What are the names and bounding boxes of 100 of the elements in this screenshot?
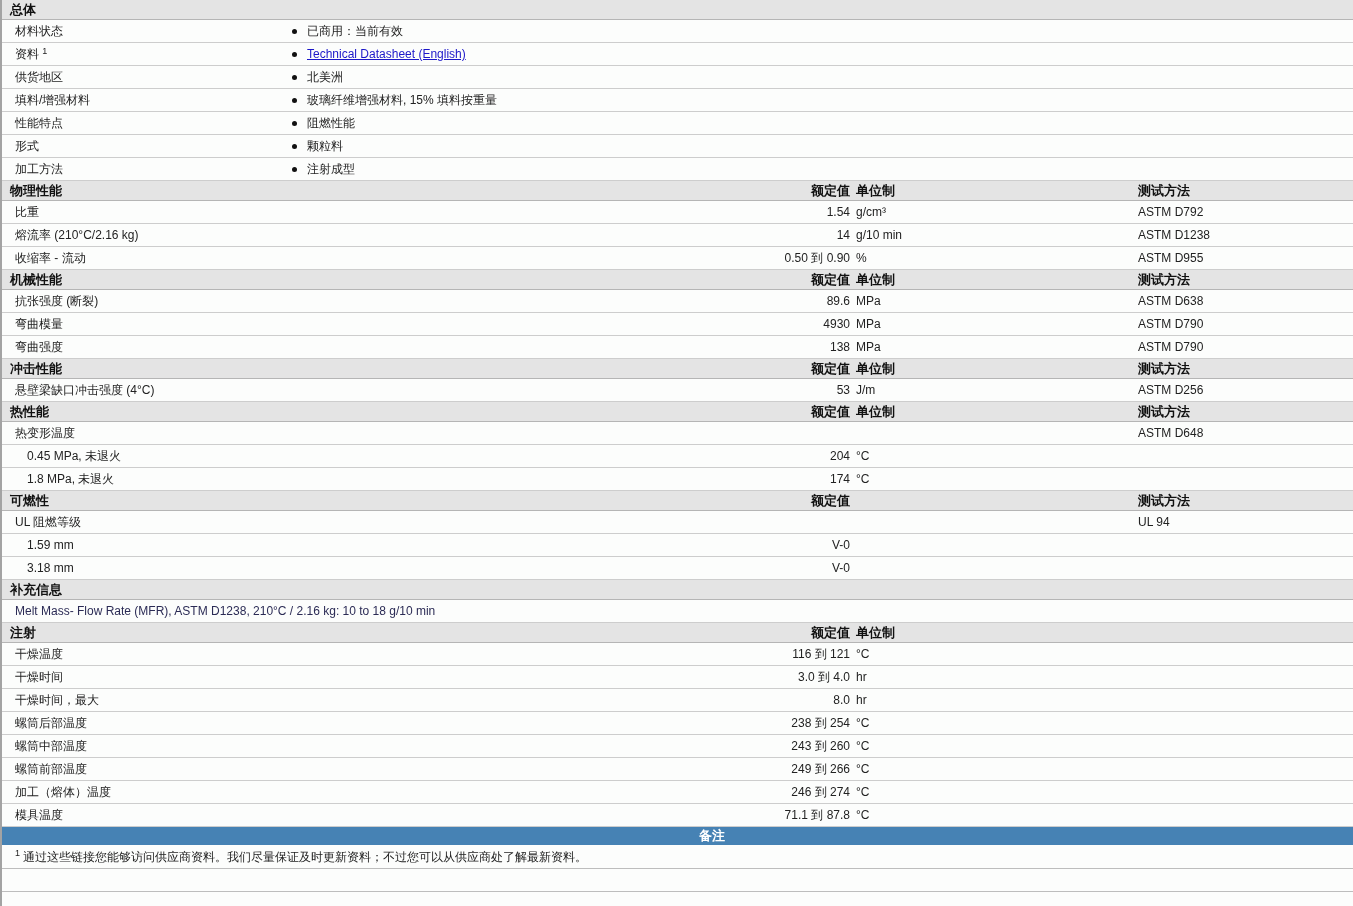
column-heading: 额定值 — [811, 403, 850, 421]
property-label: 3.18 mm — [27, 560, 74, 577]
unit-label: °C — [856, 784, 870, 801]
unit-label: hr — [856, 692, 867, 709]
unit-label: J/m — [856, 382, 876, 399]
property-label: 加工方法 — [15, 161, 63, 178]
property-label: 熔流率 (210°C/2.16 kg) — [15, 227, 139, 244]
property-label: 干燥温度 — [15, 646, 63, 663]
unit-label: °C — [856, 738, 870, 755]
property-label: 加工（熔体）温度 — [15, 784, 111, 801]
unit-label: MPa — [856, 293, 881, 310]
section-title: 注射 — [10, 624, 36, 642]
unit-label: % — [856, 250, 867, 267]
property-label: 弯曲强度 — [15, 339, 63, 356]
test-method: ASTM D648 — [1138, 425, 1204, 442]
property-value: 243 到 260 — [791, 738, 850, 755]
property-label: 性能特点 — [15, 115, 63, 132]
test-method: ASTM D790 — [1138, 316, 1204, 333]
section-title: 补充信息 — [10, 581, 62, 599]
test-method: ASTM D1238 — [1138, 227, 1211, 244]
property-label: 干燥时间 — [15, 669, 63, 686]
property-value: 玻璃纤维增强材料, 15% 填料按重量 — [307, 92, 498, 109]
column-heading: 测试方法 — [1138, 492, 1190, 510]
section-title: 总体 — [10, 1, 36, 19]
column-heading: 额定值 — [811, 492, 850, 510]
property-label: 悬壁梁缺口冲击强度 (4°C) — [15, 382, 155, 399]
property-value: 1.54 — [826, 204, 850, 221]
property-value: 71.1 到 87.8 — [784, 807, 850, 824]
property-label: 模具温度 — [15, 807, 63, 824]
bullet-icon — [292, 143, 297, 149]
column-heading: 测试方法 — [1138, 182, 1190, 200]
property-value: 204 — [829, 448, 850, 465]
property-label: 材料状态 — [15, 23, 63, 40]
test-method: ASTM D955 — [1138, 250, 1204, 267]
property-value: 138 — [829, 339, 850, 356]
property-value: 116 到 121 — [792, 646, 850, 663]
column-heading: 单位制 — [856, 271, 895, 289]
datasheet-link[interactable]: Technical Datasheet (English) — [307, 45, 466, 63]
bullet-icon — [292, 51, 297, 57]
property-label: 比重 — [15, 204, 39, 221]
column-heading: 额定值 — [811, 271, 850, 289]
property-label: 干燥时间，最大 — [15, 692, 99, 709]
unit-label: g/cm³ — [856, 204, 886, 221]
column-heading: 额定值 — [811, 360, 850, 378]
column-heading: 额定值 — [811, 624, 850, 642]
property-value: 89.6 — [826, 293, 850, 310]
bullet-icon — [292, 97, 297, 103]
property-label: 资料 $^{1}$ — [15, 45, 48, 63]
property-value: 238 到 254 — [791, 715, 850, 732]
unit-label: MPa — [856, 339, 881, 356]
property-value: 3.0 到 4.0 — [797, 669, 850, 686]
section-title: 热性能 — [10, 403, 49, 421]
column-heading: 单位制 — [856, 360, 895, 378]
property-value: 174 — [829, 471, 850, 488]
unit-label: MPa — [856, 316, 881, 333]
column-heading: 单位制 — [856, 624, 895, 642]
property-value: 0.50 到 0.90 — [784, 250, 850, 267]
section-title: 机械性能 — [10, 271, 62, 289]
property-value: V-0 — [832, 560, 850, 577]
column-heading: 测试方法 — [1138, 271, 1190, 289]
property-label: 收缩率 - 流动 — [15, 250, 86, 267]
unit-label: °C — [856, 715, 870, 732]
property-label: 螺筒后部温度 — [15, 715, 87, 732]
bullet-icon — [292, 120, 297, 126]
test-method: ASTM D790 — [1138, 339, 1204, 356]
unit-label: °C — [856, 807, 870, 824]
test-method: ASTM D256 — [1138, 382, 1204, 399]
property-label: 螺筒前部温度 — [15, 761, 87, 778]
property-label: 弯曲模量 — [15, 316, 63, 333]
property-value: 北美洲 — [307, 69, 343, 86]
test-method: ASTM D638 — [1138, 293, 1204, 310]
property-label: 热变形温度 — [15, 425, 75, 442]
unit-label: g/10 min — [856, 227, 903, 244]
unit-label: °C — [856, 448, 870, 465]
property-label: 抗张强度 (断裂) — [15, 293, 99, 310]
unit-label: °C — [856, 761, 870, 778]
unit-label: hr — [856, 669, 867, 686]
column-heading: 额定值 — [811, 182, 850, 200]
property-value: 249 到 266 — [791, 761, 850, 778]
property-label: 填料/增强材料 — [15, 92, 91, 109]
column-heading: 单位制 — [856, 403, 895, 421]
test-method: ASTM D792 — [1138, 204, 1204, 221]
property-value: 8.0 — [833, 692, 850, 709]
property-value: 53 — [836, 382, 850, 399]
property-label: 1.8 MPa, 未退火 — [27, 471, 115, 488]
bullet-icon — [292, 166, 297, 172]
property-label: 供货地区 — [15, 69, 63, 86]
property-value: V-0 — [832, 537, 850, 554]
property-label: 0.45 MPa, 未退火 — [27, 448, 122, 465]
property-label: UL 阻燃等级 — [15, 514, 82, 531]
note-text: Melt Mass- Flow Rate (MFR), ASTM D1238, 210°C / 2.16 kg: 10 to 18 g/10 min — [15, 603, 436, 620]
section-title: 备注 — [698, 827, 725, 846]
column-heading: 测试方法 — [1138, 360, 1190, 378]
property-value: 阻燃性能 — [307, 115, 355, 132]
section-title: 冲击性能 — [10, 360, 62, 378]
property-value: 4930 — [823, 316, 850, 333]
property-value: 颗粒料 — [307, 138, 343, 155]
footnote-text: $^{1}$ 通过这些链接您能够访问供应商资料。我们尽量保证及时更新资料；不过您可以从供应商处了解最新资料。 — [15, 847, 588, 866]
unit-label: °C — [856, 471, 870, 488]
property-value: 14 — [836, 227, 850, 244]
